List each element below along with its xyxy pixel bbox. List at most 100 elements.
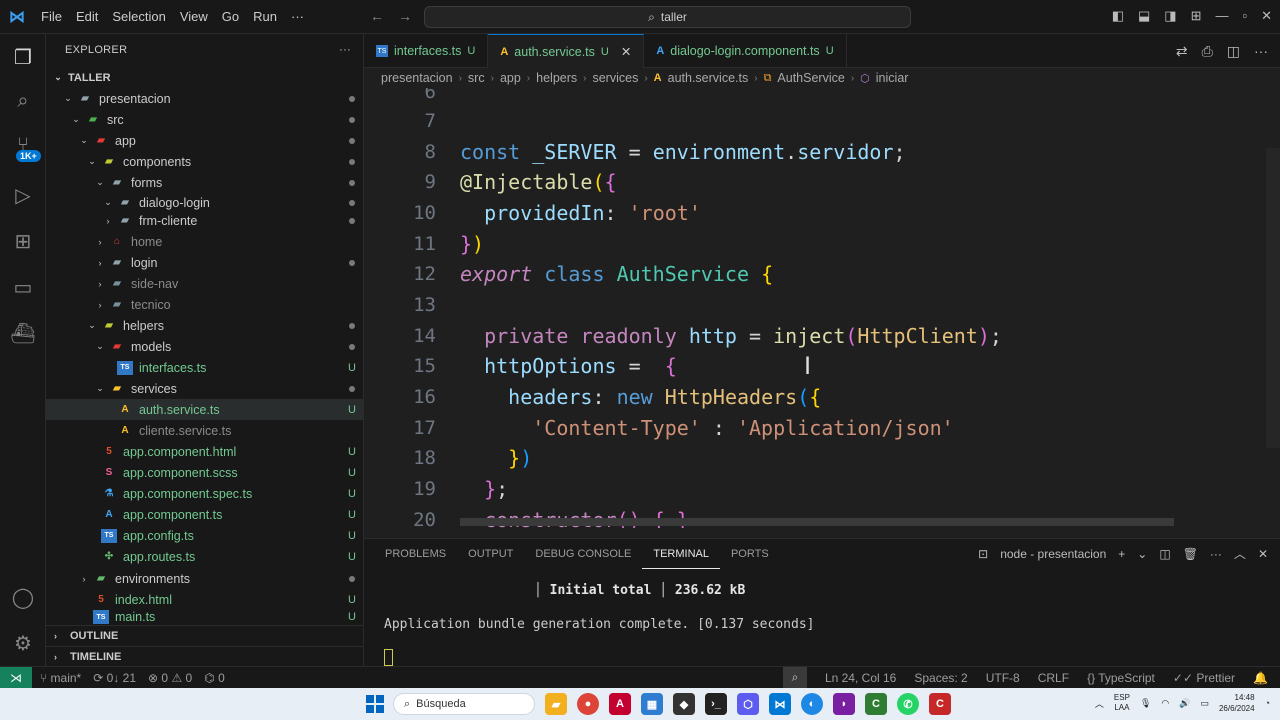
chevron-down-icon[interactable]: ⌄	[1137, 547, 1147, 561]
toggle-secondary-sidebar-icon[interactable]: ◨	[1164, 8, 1176, 24]
chevron-up-icon[interactable]: ︿	[1095, 697, 1104, 710]
compare-changes-icon[interactable]: ⇄	[1176, 43, 1188, 60]
file-explorer-icon[interactable]: ▰	[545, 693, 567, 715]
tab-terminal[interactable]: TERMINAL	[642, 539, 720, 569]
microphone-icon[interactable]: 🎙	[1140, 698, 1151, 709]
tab-dialogo-login-component-ts[interactable]: A dialogo-login.component.ts U	[644, 34, 847, 68]
prettier-status[interactable]: ✓✓ Prettier	[1173, 671, 1235, 685]
tree-folder-tecnico[interactable]: › ▰ tecnico	[46, 294, 363, 315]
tree-file-interfaces-ts[interactable]: TS interfaces.ts U	[46, 357, 363, 378]
tree-file-app-component-html[interactable]: 5 app.component.html U	[46, 441, 363, 462]
settings-gear-icon[interactable]: ⚙	[10, 630, 36, 656]
tree-folder-app[interactable]: ⌄ ▰ app	[46, 130, 363, 151]
tree-folder-helpers[interactable]: ⌄ ▰ helpers	[46, 315, 363, 336]
breadcrumb-item[interactable]: auth.service.ts	[668, 71, 749, 85]
tab-ports[interactable]: PORTS	[720, 539, 780, 569]
tree-folder-models[interactable]: ⌄ ▰ models	[46, 336, 363, 357]
app-icon[interactable]: ⬡	[737, 693, 759, 715]
accounts-icon[interactable]: ◯	[10, 584, 36, 610]
tree-file-app-component-spec-ts[interactable]: ⚗ app.component.spec.ts U	[46, 483, 363, 504]
tab-output[interactable]: OUTPUT	[457, 539, 524, 569]
tree-folder-components[interactable]: ⌄ ▰ components	[46, 151, 363, 172]
remote-indicator-icon[interactable]: ⋊	[0, 666, 32, 689]
tab-problems[interactable]: PROBLEMS	[374, 539, 457, 569]
docker-icon[interactable]: ⛴	[10, 320, 36, 346]
edge-icon[interactable]: ◐	[801, 693, 823, 715]
tab-auth-service-ts[interactable]: A auth.service.ts U ✕	[488, 34, 645, 68]
github-icon[interactable]: ◆	[673, 693, 695, 715]
indentation[interactable]: Spaces: 2	[914, 671, 967, 685]
tree-file-auth-service-ts[interactable]: A auth.service.ts U	[46, 399, 363, 420]
tree-folder-side-nav[interactable]: › ▰ side-nav	[46, 273, 363, 294]
breadcrumb-item[interactable]: AuthService	[777, 71, 844, 85]
command-center-search[interactable]: ⌕ taller	[424, 6, 911, 28]
app-icon[interactable]: ◗	[833, 693, 855, 715]
breadcrumb-item[interactable]: app	[500, 71, 521, 85]
trash-icon[interactable]: 🗑	[1183, 547, 1198, 561]
vertical-scrollbar[interactable]	[1266, 148, 1280, 448]
encoding[interactable]: UTF-8	[986, 671, 1020, 685]
close-window-icon[interactable]: ✕	[1261, 8, 1272, 24]
terminal-app-icon[interactable]: ›_	[705, 693, 727, 715]
breadcrumb-item[interactable]: src	[468, 71, 485, 85]
menu-view[interactable]: View	[173, 9, 215, 24]
forward-arrow-icon[interactable]: →	[398, 8, 412, 24]
tree-file-app-routes-ts[interactable]: ✣ app.routes.ts U	[46, 546, 363, 567]
outline-section[interactable]: › OUTLINE	[46, 625, 363, 646]
tree-folder-environments[interactable]: › ▰ environments	[46, 568, 363, 589]
app-icon[interactable]: C	[865, 693, 887, 715]
more-actions-icon[interactable]: ···	[1210, 547, 1222, 561]
menu-selection[interactable]: Selection	[105, 9, 172, 24]
branch-status[interactable]: ⑂ main*	[40, 671, 81, 685]
sync-status[interactable]: ⟳ 0↓ 21	[93, 671, 136, 685]
terminal-name[interactable]: node - presentacion	[1000, 547, 1106, 561]
store-icon[interactable]: ▦	[641, 693, 663, 715]
notifications-bell-icon[interactable]: 🔔	[1253, 671, 1268, 685]
zoom-icon[interactable]: ⌕	[782, 666, 807, 689]
whatsapp-icon[interactable]: ✆	[897, 693, 919, 715]
toggle-sidebar-icon[interactable]: ◧	[1112, 8, 1124, 24]
breadcrumb-item[interactable]: services	[592, 71, 638, 85]
tree-folder-frm-cliente[interactable]: › ▰ frm-cliente	[46, 210, 363, 231]
horizontal-scrollbar[interactable]	[460, 518, 1174, 526]
explorer-icon[interactable]: ❐	[10, 44, 36, 70]
input-language[interactable]: ESP LAA	[1114, 693, 1130, 713]
tree-file-main-ts[interactable]: TS main.ts U	[46, 610, 363, 624]
problems-status[interactable]: ⊗ 0 ⚠ 0	[148, 671, 192, 685]
timeline-section[interactable]: › TIMELINE	[46, 646, 363, 666]
close-panel-icon[interactable]: ✕	[1258, 547, 1268, 561]
app-icon[interactable]: C	[929, 693, 951, 715]
new-terminal-icon[interactable]: +	[1118, 547, 1125, 561]
split-terminal-icon[interactable]: ◫	[1159, 547, 1170, 561]
code-editor[interactable]: 6 7 8 const _SERVER = environment.servid…	[364, 88, 1280, 528]
menu-go[interactable]: Go	[215, 9, 246, 24]
battery-icon[interactable]: ▭	[1200, 698, 1209, 709]
tree-folder-login[interactable]: › ▰ login	[46, 252, 363, 273]
notification-icon[interactable]: ◔	[1265, 698, 1270, 708]
menu-more[interactable]: ···	[284, 9, 311, 24]
tree-folder-src[interactable]: ⌄ ▰ src	[46, 109, 363, 130]
extensions-icon[interactable]: ⊞	[10, 228, 36, 254]
tree-folder-services[interactable]: ⌄ ▰ services	[46, 378, 363, 399]
close-tab-icon[interactable]: ✕	[621, 44, 631, 59]
wifi-icon[interactable]: ◠	[1161, 698, 1169, 709]
back-arrow-icon[interactable]: ←	[370, 8, 384, 24]
breadcrumb-item[interactable]: iniciar	[876, 71, 909, 85]
run-debug-icon[interactable]: ▷	[10, 182, 36, 208]
tree-folder-home[interactable]: › ⌂ home	[46, 231, 363, 252]
maximize-panel-icon[interactable]: ︿	[1234, 545, 1246, 562]
tab-debug-console[interactable]: DEBUG CONSOLE	[524, 539, 642, 569]
menu-run[interactable]: Run	[246, 9, 284, 24]
cursor-position[interactable]: Ln 24, Col 16	[825, 671, 896, 685]
maximize-icon[interactable]: ▫	[1242, 8, 1247, 24]
tree-file-cliente-service-ts[interactable]: A cliente.service.ts	[46, 420, 363, 441]
ports-status[interactable]: ⌬ 0	[204, 671, 225, 685]
more-actions-icon[interactable]: ···	[1254, 43, 1268, 60]
clock[interactable]: 14:48 26/6/2024	[1219, 692, 1255, 714]
vscode-taskbar-icon[interactable]: ⋈	[769, 693, 791, 715]
chrome-icon[interactable]: ●	[577, 693, 599, 715]
volume-icon[interactable]: 🔊	[1179, 698, 1190, 709]
search-view-icon[interactable]: ⌕	[10, 88, 36, 114]
breadcrumb-item[interactable]: helpers	[536, 71, 577, 85]
tree-file-app-config-ts[interactable]: TS app.config.ts U	[46, 525, 363, 546]
